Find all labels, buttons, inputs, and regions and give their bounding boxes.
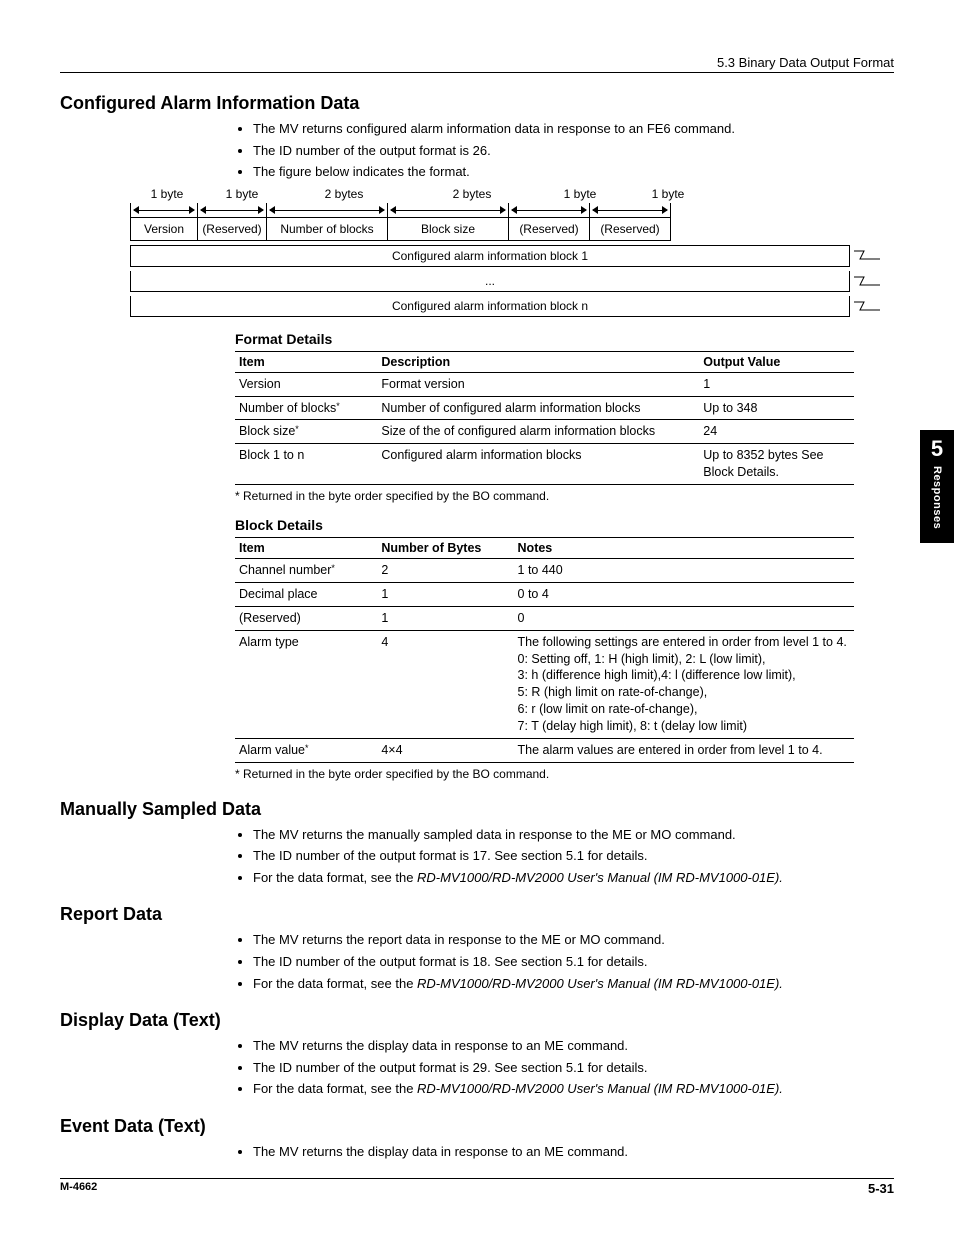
bullet-list: The MV returns configured alarm informat… <box>235 120 894 181</box>
subsection-title: Block Details <box>235 517 854 533</box>
cell: Up to 348 <box>699 396 854 420</box>
continuation-icon <box>854 247 880 263</box>
table-header: Number of Bytes <box>377 538 513 559</box>
cell: 4×4 <box>377 738 513 762</box>
cell: Alarm type <box>235 630 377 738</box>
diagram-cell: Number of blocks <box>266 217 387 241</box>
cell: The following settings are entered in or… <box>514 630 854 738</box>
diagram-cell: (Reserved) <box>197 217 266 241</box>
bullet-item: For the data format, see the RD-MV1000/R… <box>253 975 894 993</box>
cell: 24 <box>699 420 854 444</box>
cell: 0 <box>514 606 854 630</box>
cell: 1 <box>699 372 854 396</box>
footer-left: M-4662 <box>60 1181 97 1196</box>
table-row: Block 1 to n Configured alarm informatio… <box>235 444 854 485</box>
size-label: 1 byte <box>204 187 280 203</box>
block-details-table: Item Number of Bytes Notes Channel numbe… <box>235 537 854 763</box>
page-header: 5.3 Binary Data Output Format <box>60 55 894 73</box>
cell: Block 1 to n <box>235 444 377 485</box>
size-label: 1 byte <box>536 187 624 203</box>
cell: 2 <box>377 559 513 583</box>
diagram-cell: Block size <box>387 217 508 241</box>
cell: 1 <box>377 582 513 606</box>
cell: Up to 8352 bytes See Block Details. <box>699 444 854 485</box>
cell: The alarm values are entered in order fr… <box>514 738 854 762</box>
bullet-item: The ID number of the output format is 17… <box>253 847 894 865</box>
bullet-item: The MV returns the report data in respon… <box>253 931 894 949</box>
diagram-block: Configured alarm information block 1 <box>130 245 850 267</box>
size-label: 1 byte <box>624 187 712 203</box>
cell: 1 <box>377 606 513 630</box>
cell: Size of the of configured alarm informat… <box>377 420 699 444</box>
diagram-cell: (Reserved) <box>589 217 671 241</box>
table-header: Item <box>235 351 377 372</box>
cell: (Reserved) <box>235 606 377 630</box>
continuation-icon <box>854 273 880 289</box>
bullet-item: For the data format, see the RD-MV1000/R… <box>253 1080 894 1098</box>
bullet-item: The MV returns the manually sampled data… <box>253 826 894 844</box>
bullet-list: The MV returns the report data in respon… <box>235 931 894 992</box>
page-footer: M-4662 5-31 <box>60 1178 894 1196</box>
table-row: Block size* Size of the of configured al… <box>235 420 854 444</box>
cell: 1 to 440 <box>514 559 854 583</box>
cell: Number of blocks* <box>235 396 377 420</box>
format-diagram: 1 byte 1 byte 2 bytes 2 bytes 1 byte 1 b… <box>130 187 854 317</box>
section-title: Manually Sampled Data <box>60 799 894 820</box>
table-row: Decimal place 1 0 to 4 <box>235 582 854 606</box>
continuation-icon <box>854 298 880 314</box>
bullet-item: The figure below indicates the format. <box>253 163 894 181</box>
table-row: (Reserved) 1 0 <box>235 606 854 630</box>
bullet-list: The MV returns the manually sampled data… <box>235 826 894 887</box>
bullet-item: The MV returns the display data in respo… <box>253 1037 894 1055</box>
cell: Configured alarm information blocks <box>377 444 699 485</box>
table-row: Version Format version 1 <box>235 372 854 396</box>
table-header: Notes <box>514 538 854 559</box>
cell: Alarm value* <box>235 738 377 762</box>
section-title: Configured Alarm Information Data <box>60 93 894 114</box>
footer-page-number: 5-31 <box>868 1181 894 1196</box>
bullet-list: The MV returns the display data in respo… <box>235 1143 894 1161</box>
cell: Version <box>235 372 377 396</box>
table-row: Channel number* 2 1 to 440 <box>235 559 854 583</box>
subsection-title: Format Details <box>235 331 854 347</box>
format-details-table: Item Description Output Value Version Fo… <box>235 351 854 485</box>
table-header: Description <box>377 351 699 372</box>
cell: Channel number* <box>235 559 377 583</box>
diagram-cell: Version <box>130 217 197 241</box>
section-title: Report Data <box>60 904 894 925</box>
table-header: Output Value <box>699 351 854 372</box>
size-label: 2 bytes <box>408 187 536 203</box>
section-title: Event Data (Text) <box>60 1116 894 1137</box>
cell: 0 to 4 <box>514 582 854 606</box>
size-label: 1 byte <box>130 187 204 203</box>
bullet-item: The ID number of the output format is 29… <box>253 1059 894 1077</box>
table-row: Number of blocks* Number of configured a… <box>235 396 854 420</box>
table-row: Alarm value* 4×4 The alarm values are en… <box>235 738 854 762</box>
table-header: Item <box>235 538 377 559</box>
cell: Number of configured alarm information b… <box>377 396 699 420</box>
table-footnote: * Returned in the byte order specified b… <box>235 767 854 781</box>
diagram-block: ... <box>130 271 850 292</box>
cell: Format version <box>377 372 699 396</box>
bullet-item: The MV returns configured alarm informat… <box>253 120 894 138</box>
diagram-cell: (Reserved) <box>508 217 589 241</box>
cell: Decimal place <box>235 582 377 606</box>
bullet-item: The MV returns the display data in respo… <box>253 1143 894 1161</box>
cell: 4 <box>377 630 513 738</box>
section-title: Display Data (Text) <box>60 1010 894 1031</box>
size-label: 2 bytes <box>280 187 408 203</box>
table-footnote: * Returned in the byte order specified b… <box>235 489 854 503</box>
bullet-list: The MV returns the display data in respo… <box>235 1037 894 1098</box>
cell: Block size* <box>235 420 377 444</box>
table-row: Alarm type 4 The following settings are … <box>235 630 854 738</box>
bullet-item: The ID number of the output format is 26… <box>253 142 894 160</box>
bullet-item: The ID number of the output format is 18… <box>253 953 894 971</box>
diagram-block: Configured alarm information block n <box>130 296 850 317</box>
bullet-item: For the data format, see the RD-MV1000/R… <box>253 869 894 887</box>
